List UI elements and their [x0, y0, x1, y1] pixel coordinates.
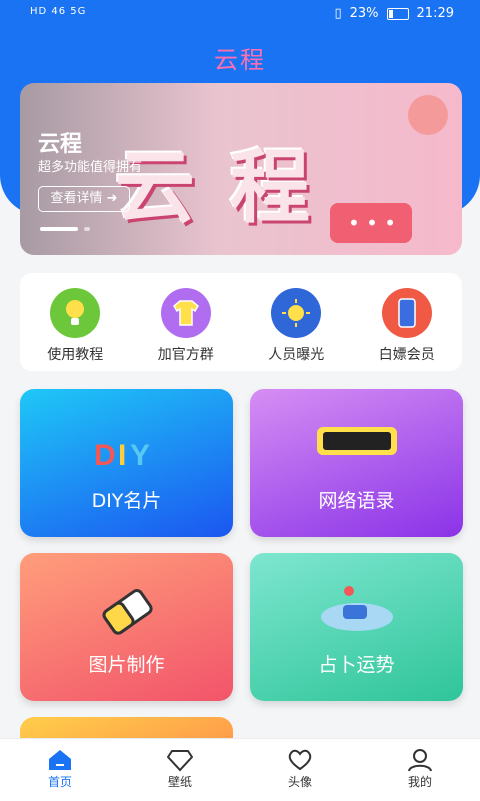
- travel-map-icon: [317, 585, 397, 639]
- card-label: 图片制作: [88, 654, 165, 676]
- image-editor-card-button[interactable]: 图片制作: [20, 553, 233, 701]
- peach-mascot-icon: [408, 95, 448, 135]
- quick-action-free-vip[interactable]: 白嫖会员: [359, 288, 454, 364]
- diy-card-button[interactable]: DIY DIY名片: [20, 389, 233, 537]
- carousel-dot: [84, 227, 90, 231]
- app-title: 云程: [214, 46, 266, 74]
- quick-action-join-group[interactable]: 加官方群: [138, 288, 233, 364]
- quick-action-label: 人员曝光: [268, 347, 325, 363]
- card-label: 占卜运势: [318, 654, 395, 676]
- battery-icon: [386, 7, 409, 20]
- tshirt-icon: [160, 288, 211, 338]
- card-label: 网络语录: [318, 490, 395, 512]
- svg-text:D: D: [94, 439, 116, 471]
- view-details-button[interactable]: 查看详情 ➜: [38, 186, 130, 212]
- lightbulb-icon: [50, 288, 101, 338]
- tab-label: 我的: [407, 775, 432, 789]
- fortune-card-button[interactable]: 占卜运势: [250, 553, 463, 701]
- promo-banner[interactable]: 云程 云程 超多功能值得拥有 查看详情 ➜: [20, 83, 462, 255]
- sun-icon: [271, 288, 322, 338]
- vibrate-icon: ▯: [334, 6, 342, 21]
- clock: 21:29: [416, 6, 454, 21]
- status-bar: HD 46 5G ▯ 23% 21:29: [0, 0, 480, 28]
- quick-action-label: 使用教程: [47, 347, 104, 363]
- card-label: DIY名片: [91, 490, 162, 512]
- home-icon: [0, 747, 120, 773]
- banner-graphic-text: 云程: [115, 141, 345, 234]
- quick-action-label: 白嫖会员: [378, 347, 435, 363]
- banner-subtitle: 超多功能值得拥有: [38, 160, 143, 175]
- diamond-icon: [120, 747, 240, 773]
- quick-action-label: 加官方群: [157, 347, 214, 363]
- signal-indicators: HD 46 5G: [30, 6, 87, 17]
- quotes-card-button[interactable]: 网络语录: [250, 389, 463, 537]
- tab-home[interactable]: 首页: [0, 739, 120, 801]
- svg-text:Y: Y: [130, 439, 150, 471]
- carousel-dot-active: [40, 227, 78, 231]
- banner-title: 云程: [38, 132, 83, 157]
- bottom-tab-bar: 首页 壁纸 头像 我的: [0, 738, 480, 801]
- quick-actions: 使用教程 加官方群 人员曝光 白嫖会员: [20, 273, 462, 371]
- battery-percentage: 23%: [349, 6, 379, 21]
- tab-label: 头像: [287, 775, 312, 789]
- quick-action-tutorial[interactable]: 使用教程: [28, 288, 123, 364]
- user-icon: [360, 747, 480, 773]
- chat-bubble-icon: [330, 203, 412, 243]
- diy-icon: DIY: [92, 421, 162, 475]
- tab-profile[interactable]: 我的: [360, 739, 480, 801]
- quotes-sticker-icon: [315, 421, 399, 465]
- carousel-indicator: [40, 227, 90, 231]
- tab-label: 首页: [47, 775, 72, 789]
- heart-icon: [240, 747, 360, 773]
- svg-text:I: I: [118, 439, 126, 471]
- phone-icon: [381, 288, 432, 338]
- quick-action-exposure[interactable]: 人员曝光: [249, 288, 344, 364]
- tab-wallpaper[interactable]: 壁纸: [120, 739, 240, 801]
- tab-label: 壁纸: [167, 775, 192, 789]
- tab-avatar[interactable]: 头像: [240, 739, 360, 801]
- eraser-icon: [97, 581, 157, 645]
